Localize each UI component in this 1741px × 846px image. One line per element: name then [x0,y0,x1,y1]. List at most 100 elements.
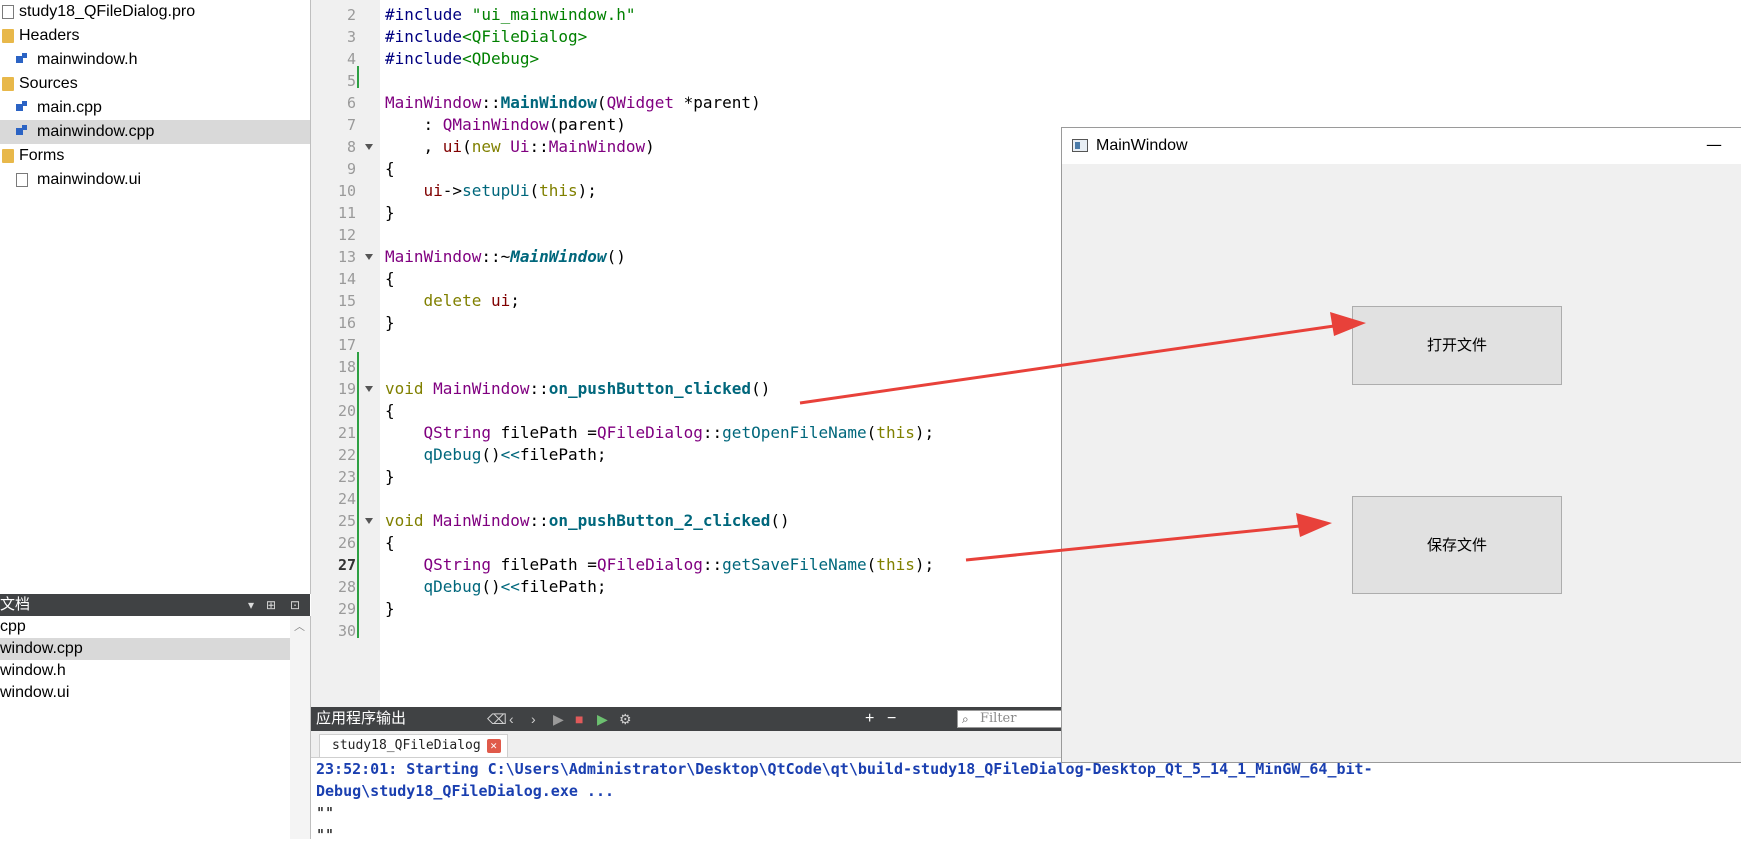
tree-item[interactable]: Forms [0,144,310,168]
fold-arrow-icon[interactable] [365,386,373,392]
debug-run-icon[interactable]: ▶ [597,707,608,731]
open-document-item[interactable]: window.h [0,660,290,682]
code-line: , ui(new Ui::MainWindow) [385,136,655,158]
window-titlebar[interactable]: MainWindow — [1062,128,1741,164]
code-token: << [500,445,520,464]
open-documents-header: 文档 ▾ ⊞ ⊡ [0,594,310,616]
tree-item[interactable]: main.cpp [0,96,310,120]
code-token: #include [385,49,463,68]
line-number: 23 [337,468,356,486]
code-token: ; [510,291,520,310]
line-number: 27 [337,556,356,574]
tree-item[interactable]: mainwindow.cpp [0,120,310,144]
folder-icon [2,149,14,163]
open-documents-title: 文档 [0,596,31,613]
code-line: void MainWindow::on_pushButton_clicked() [385,378,770,400]
next-icon[interactable]: › [531,707,536,731]
output-pane-header: 应用程序输出 ⌫ ‹ › ▶ ■ ▶ ⚙ ⌕ Filter + − [311,707,1171,731]
fold-margin [356,0,380,707]
open-document-item[interactable]: window.ui [0,682,290,704]
line-number: 12 [337,226,356,244]
scroll-up-icon[interactable]: ︿ [294,618,305,634]
code-line: QString filePath =QFileDialog::getSaveFi… [385,554,935,576]
close-icon[interactable]: ✕ [486,738,501,753]
code-token: ui [423,181,443,200]
code-token: ::~ [481,247,511,266]
code-token: () [481,577,501,596]
open-file-button[interactable]: 打开文件 [1352,306,1562,385]
code-token: MainWindow [385,247,482,266]
tree-item[interactable]: mainwindow.ui [0,168,310,192]
ui-file-icon [16,173,28,187]
minus-icon[interactable]: − [887,707,896,731]
code-token: ( [866,423,877,442]
fold-arrow-icon[interactable] [365,144,373,150]
tree-item[interactable]: study18_QFileDialog.pro [0,0,310,24]
tree-item[interactable]: Headers [0,24,310,48]
code-token: on_pushButton_clicked [548,379,752,398]
code-token: } [385,467,395,486]
open-document-item[interactable]: window.cpp [0,638,290,660]
code-token: qDebug [423,445,482,464]
code-token: "ui_mainwindow.h" [471,5,636,24]
tree-item[interactable]: mainwindow.h [0,48,310,72]
line-number: 10 [337,182,356,200]
fold-arrow-icon[interactable] [365,518,373,524]
minimize-icon[interactable]: — [1706,128,1722,162]
code-token: ( [529,181,540,200]
clear-icon[interactable]: ⌫ [487,707,507,731]
code-token: void [385,511,424,530]
tree-item-label: Forms [19,147,65,164]
code-token: filePath = [490,555,597,574]
change-marker [357,66,359,88]
split-icon[interactable]: ⊞ [266,594,276,616]
output-line: "" [316,826,335,844]
code-token: MainWindow [548,137,646,156]
docs-scrollbar[interactable]: ︿ [290,616,310,839]
fold-arrow-icon[interactable] [365,254,373,260]
line-number: 3 [346,28,356,46]
code-line: MainWindow::MainWindow(QWidget *parent) [385,92,761,114]
dropdown-icon[interactable]: ▾ [248,594,254,616]
code-token: QMainWindow [442,115,549,134]
output-tab[interactable]: study18_QFileDialog ✕ [319,734,508,757]
plus-icon[interactable]: + [865,707,874,731]
code-token: <QDebug> [462,49,540,68]
code-token: ui [490,291,511,310]
code-token: () [751,379,771,398]
code-token: QString [423,555,491,574]
line-number: 4 [346,50,356,68]
output-tabs: study18_QFileDialog ✕ [311,731,1061,758]
code-token: MainWindow [385,93,482,112]
code-token: ( [462,137,472,156]
stop-icon[interactable]: ■ [575,707,583,731]
code-token: Ui [510,137,530,156]
tree-item[interactable]: Sources [0,72,310,96]
code-token: delete [423,291,482,310]
code-line: { [385,268,395,290]
gear-icon[interactable]: ⚙ [619,707,632,731]
open-document-item[interactable]: cpp [0,616,290,638]
code-token: -> [442,181,463,200]
save-file-button[interactable]: 保存文件 [1352,496,1562,594]
app-window-icon [1072,139,1088,152]
code-token: ( [596,93,607,112]
code-line: } [385,466,395,488]
prev-icon[interactable]: ‹ [509,707,514,731]
code-token: getSaveFileName [722,555,867,574]
run-icon[interactable]: ▶ [553,707,564,731]
code-token: { [385,533,395,552]
code-line: } [385,202,395,224]
close-pane-icon[interactable]: ⊡ [290,594,300,616]
code-token: #include [385,5,472,24]
code-token: () [481,445,501,464]
line-number: 6 [346,94,356,112]
